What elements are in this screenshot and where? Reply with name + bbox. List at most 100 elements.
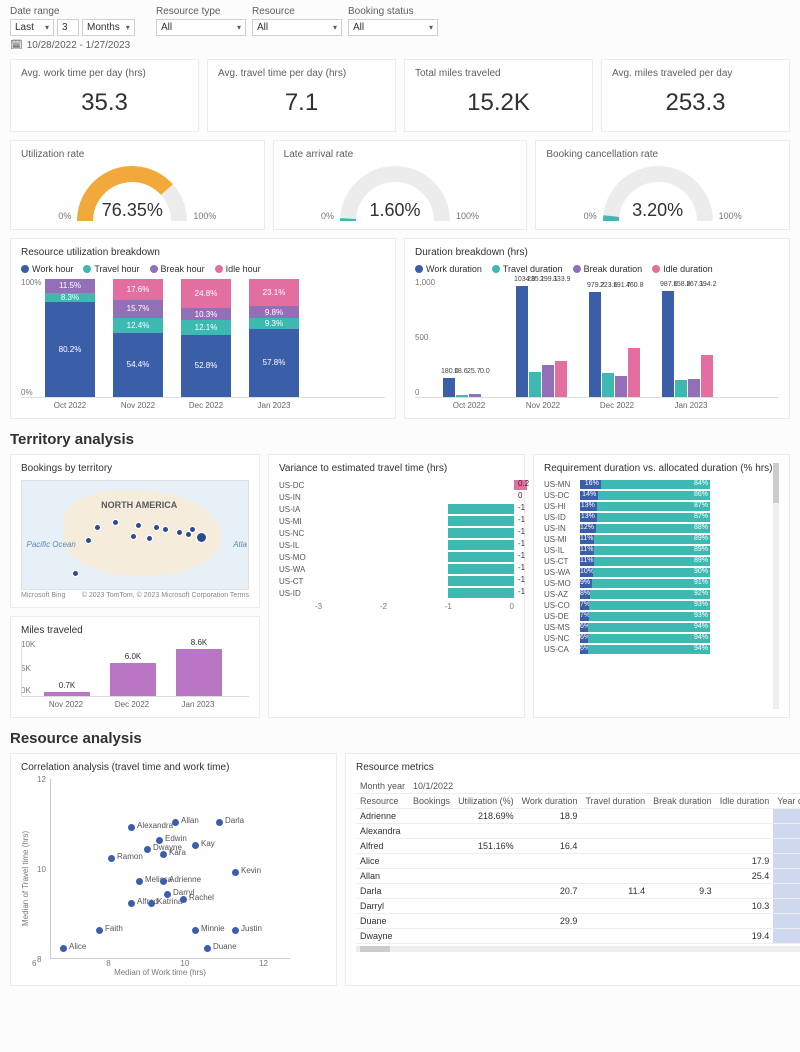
date-relative-select[interactable]: Last▾ — [10, 19, 54, 36]
filter-resource-label: Resource — [252, 6, 342, 17]
chart-duration-bd[interactable]: Duration breakdown (hrs) Work duration T… — [404, 238, 790, 419]
table-row[interactable]: Allan25.4183.65% — [356, 869, 800, 884]
filters-bar: Date range Last▾ 3 Months▾ Resource type… — [10, 6, 790, 36]
date-n-input[interactable]: 3 — [57, 19, 79, 36]
table-row[interactable]: Alfred151.16%16.4151.16%166.17% — [356, 839, 800, 854]
table-header[interactable]: Year over year (%) — [773, 794, 800, 809]
table-header[interactable]: Idle duration — [716, 794, 774, 809]
table-resource-metrics[interactable]: Resource metrics Month year 10/1/2022 11… — [345, 753, 800, 986]
scatter-point[interactable] — [60, 945, 67, 952]
scatter-point[interactable] — [144, 846, 151, 853]
scatter-point[interactable] — [148, 900, 155, 907]
chevron-down-icon: ▾ — [45, 23, 49, 32]
scatter-point[interactable] — [108, 855, 115, 862]
hbar-row: US-MI11%89% — [544, 535, 773, 544]
hbar-row: US-NC6%94% — [544, 634, 773, 643]
scatter-point[interactable] — [172, 819, 179, 826]
bar-group: 987.6158.8167.1394.2 — [662, 291, 713, 397]
hbar-row: US-MO-1 — [279, 552, 514, 562]
kpi-work-time: Avg. work time per day (hrs) 35.3 — [10, 59, 199, 132]
scatter-point[interactable] — [96, 927, 103, 934]
hbar-row: US-WA10%90% — [544, 568, 773, 577]
resource-select[interactable]: All▾ — [252, 19, 342, 36]
scatter-point[interactable] — [156, 837, 163, 844]
calendar-icon: 🗓 — [10, 40, 23, 51]
chart-variance[interactable]: Variance to estimated travel time (hrs) … — [268, 454, 525, 718]
hbar-row: US-IL11%89% — [544, 546, 773, 555]
bar-group: 979.2223.6191.7460.8 — [589, 292, 640, 397]
legend-duration-bd: Work duration Travel duration Break dura… — [415, 264, 779, 274]
scatter-point[interactable] — [192, 842, 199, 849]
scrollbar-vertical[interactable] — [773, 463, 779, 709]
scatter-point[interactable] — [180, 896, 187, 903]
date-unit-select[interactable]: Months▾ — [82, 19, 135, 36]
scatter-point[interactable] — [160, 851, 167, 858]
bar-column: 80.2%8.3%11.5% — [45, 279, 95, 397]
table-header[interactable]: Travel duration — [581, 794, 649, 809]
scrollbar-horizontal[interactable] — [356, 946, 800, 952]
hbar-row: US-HI13%87% — [544, 502, 773, 511]
hbar-row: US-DC14%86% — [544, 491, 773, 500]
hbar-row: US-CA6%94% — [544, 645, 773, 654]
chart-resource-util[interactable]: Resource utilization breakdown Work hour… — [10, 238, 396, 419]
table-row[interactable]: Alexandra165.06% — [356, 824, 800, 839]
scatter-point[interactable] — [232, 927, 239, 934]
table-row[interactable]: Alice17.9369.00% — [356, 854, 800, 869]
bar-group: 180.018.625.70.0 — [443, 378, 494, 397]
chart-bookings-map[interactable]: Bookings by territory NORTH AMERICA Paci… — [10, 454, 260, 608]
gauge-utilization: Utilization rate 0% 76.35% 100% — [10, 140, 265, 230]
hbar-row: US-MN16%84% — [544, 480, 773, 489]
filter-booking-status-label: Booking status — [348, 6, 438, 17]
hbar-row: US-ID-1 — [279, 588, 514, 598]
date-range-summary: 🗓 10/28/2022 - 1/27/2023 — [10, 40, 790, 51]
hbar-row: US-MO9%91% — [544, 579, 773, 588]
table-row[interactable]: Duane29.9185.66% — [356, 914, 800, 929]
kpi-miles-per-day: Avg. miles traveled per day 253.3 — [601, 59, 790, 132]
filter-date-label: Date range — [10, 6, 150, 17]
scatter-point[interactable] — [136, 878, 143, 885]
table-row[interactable]: Adrienne218.69%18.9218.69%116.38% — [356, 809, 800, 824]
hbar-row: US-IN12%88% — [544, 524, 773, 533]
hbar-row: US-CT-1 — [279, 576, 514, 586]
bar-column: 57.8%9.3%9.8%23.1% — [249, 279, 299, 397]
section-resource-title: Resource analysis — [10, 730, 790, 747]
bar-column: 54.4%12.4%15.7%17.6% — [113, 279, 163, 397]
table-row[interactable]: Dwayne19.4284.45% — [356, 929, 800, 944]
hbar-row: US-DC0.2 — [279, 480, 514, 490]
scatter-point[interactable] — [216, 819, 223, 826]
hbar-row: US-MI-1 — [279, 516, 514, 526]
hbar-row: US-IA-1 — [279, 504, 514, 514]
table-row[interactable]: Darryl10.31153.96% — [356, 899, 800, 914]
resource-type-select[interactable]: All▾ — [156, 19, 246, 36]
map-north-america[interactable]: NORTH AMERICA Pacific Ocean Atla — [21, 480, 249, 590]
scatter-point[interactable] — [192, 927, 199, 934]
legend-resource-util: Work hour Travel hour Break hour Idle ho… — [21, 264, 385, 274]
table-header[interactable]: Work duration — [518, 794, 582, 809]
scatter-point[interactable] — [128, 900, 135, 907]
table-header[interactable]: Utilization (%) — [454, 794, 518, 809]
scatter-point[interactable] — [160, 878, 167, 885]
bar-group: 1034.0235.1299.1333.9 — [516, 286, 567, 397]
chart-req-vs-alloc[interactable]: Requirement duration vs. allocated durat… — [533, 454, 790, 718]
hbar-row: US-IN0 — [279, 492, 514, 502]
hbar-row: US-CT11%89% — [544, 557, 773, 566]
gauge-late-arrival: Late arrival rate 0% 1.60% 100% — [273, 140, 528, 230]
scatter-point[interactable] — [204, 945, 211, 952]
scatter-point[interactable] — [232, 869, 239, 876]
table-row[interactable]: Darla20.711.49.3157.19% — [356, 884, 800, 899]
hbar-row: US-DE7%93% — [544, 612, 773, 621]
scatter-point[interactable] — [164, 891, 171, 898]
hbar-row: US-ID13%87% — [544, 513, 773, 522]
table-header[interactable]: Resource — [356, 794, 409, 809]
table-header[interactable]: Break duration — [649, 794, 716, 809]
scatter-point[interactable] — [128, 824, 135, 831]
chevron-down-icon: ▾ — [126, 23, 130, 32]
hbar-row: US-MS6%94% — [544, 623, 773, 632]
chevron-down-icon: ▾ — [237, 23, 241, 32]
booking-status-select[interactable]: All▾ — [348, 19, 438, 36]
chart-correlation[interactable]: Correlation analysis (travel time and wo… — [10, 753, 337, 986]
hbar-row: US-WA-1 — [279, 564, 514, 574]
chart-miles-traveled[interactable]: Miles traveled 10K 5K 0K 0.7K6.0K8.6K No… — [10, 616, 260, 718]
table-header[interactable]: Bookings — [409, 794, 454, 809]
gauge-cancellation: Booking cancellation rate 0% 3.20% 100% — [535, 140, 790, 230]
